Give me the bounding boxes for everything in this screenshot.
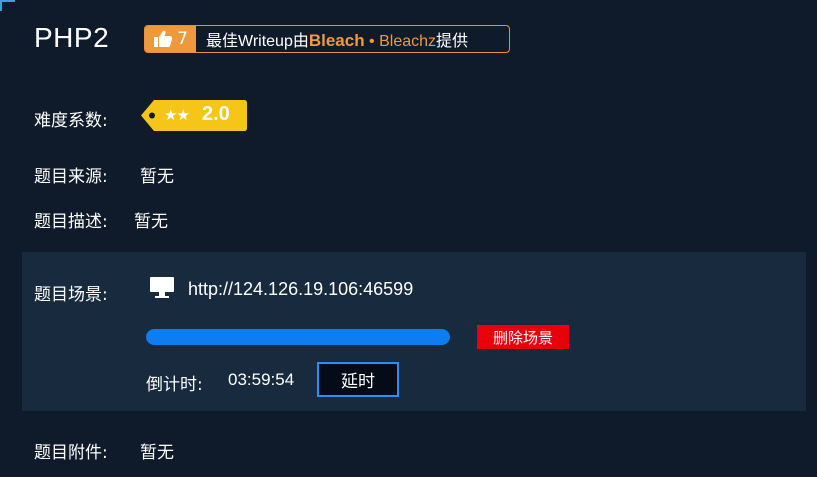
delete-scene-button[interactable]: 删除场景 xyxy=(477,325,569,349)
difficulty-value: 2.0 xyxy=(202,103,230,125)
writeup-credit: 最佳Writeup由Bleach • Bleachz提供 xyxy=(196,27,468,51)
difficulty-label: 难度系数: xyxy=(34,111,108,131)
writeup-author-link[interactable]: Bleach xyxy=(309,31,365,50)
corner-decoration xyxy=(0,0,15,11)
scene-progress-fill xyxy=(146,329,450,345)
countdown-timer: 03:59:54 xyxy=(228,370,295,389)
description-label: 题目描述: xyxy=(34,212,108,232)
writeup-prefix: 最佳Writeup由 xyxy=(206,33,309,50)
like-button[interactable]: 7 xyxy=(145,26,196,52)
best-writeup-badge[interactable]: 7 最佳Writeup由Bleach • Bleachz提供 xyxy=(144,25,510,53)
source-label: 题目来源: xyxy=(34,167,108,187)
scene-progress-bar xyxy=(146,329,450,345)
extend-time-button[interactable]: 延时 xyxy=(317,362,399,397)
challenge-title: PHP2 xyxy=(34,22,110,53)
difficulty-tag: ★★ 2.0 xyxy=(140,99,248,132)
thumbs-up-icon xyxy=(153,30,173,48)
writeup-suffix: 提供 xyxy=(436,33,469,50)
writeup-author2-link[interactable]: Bleachz xyxy=(379,33,436,50)
description-value: 暂无 xyxy=(134,212,168,232)
like-count: 7 xyxy=(177,29,188,49)
attachment-label: 题目附件: xyxy=(34,443,108,463)
attachment-value: 暂无 xyxy=(140,443,174,463)
scene-label: 题目场景: xyxy=(34,285,108,305)
difficulty-stars-icon: ★★ xyxy=(164,106,190,124)
scene-url-link[interactable]: http://124.126.19.106:46599 xyxy=(188,279,413,300)
source-value: 暂无 xyxy=(140,167,174,187)
countdown-label: 倒计时: xyxy=(146,375,203,395)
monitor-icon xyxy=(150,277,174,303)
writeup-separator: • xyxy=(364,33,380,50)
